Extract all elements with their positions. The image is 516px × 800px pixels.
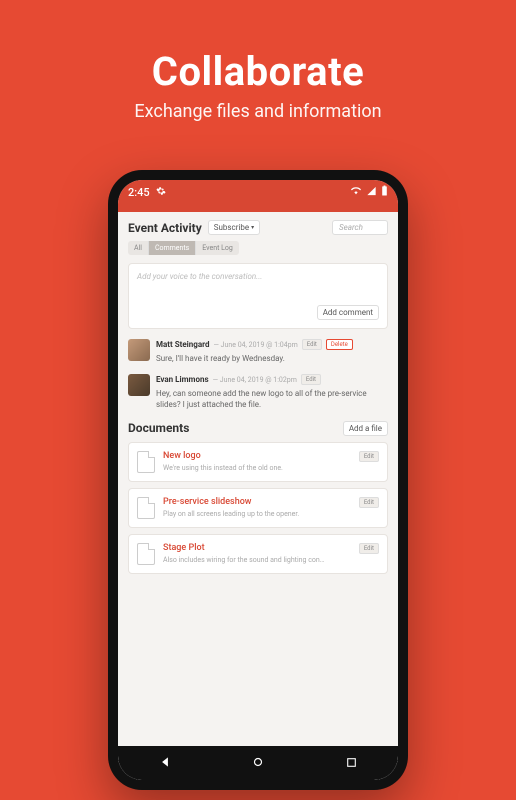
- delete-button[interactable]: Delete: [326, 339, 353, 350]
- activity-tabs: All Comments Event Log: [128, 241, 388, 255]
- file-icon: [137, 451, 155, 473]
- document-description: We're using this instead of the old one.: [163, 464, 351, 472]
- app-bar: [118, 204, 398, 212]
- edit-button[interactable]: Edit: [359, 451, 379, 462]
- activity-header: Event Activity Subscribe ▾ Search: [128, 220, 388, 235]
- document-item[interactable]: New logo We're using this instead of the…: [128, 442, 388, 482]
- search-input[interactable]: Search: [332, 220, 388, 235]
- hero-title: Collaborate: [0, 48, 516, 95]
- chevron-down-icon: ▾: [251, 224, 254, 231]
- comment-timestamp: — June 04, 2019 @ 1:02pm: [213, 376, 297, 384]
- home-icon[interactable]: [251, 754, 265, 773]
- documents-title: Documents: [128, 421, 189, 435]
- tab-comments[interactable]: Comments: [149, 241, 196, 255]
- android-nav-bar: [118, 746, 398, 780]
- documents-header: Documents Add a file: [128, 421, 388, 436]
- document-title: New logo: [163, 451, 351, 461]
- edit-button[interactable]: Edit: [359, 497, 379, 508]
- document-item[interactable]: Stage Plot Also includes wiring for the …: [128, 534, 388, 574]
- document-title: Stage Plot: [163, 543, 351, 553]
- comment-author: Matt Steingard: [156, 340, 209, 349]
- subscribe-button[interactable]: Subscribe ▾: [208, 220, 260, 235]
- add-comment-button[interactable]: Add comment: [317, 305, 379, 320]
- comment-timestamp: — June 04, 2019 @ 1:04pm: [213, 341, 297, 349]
- document-description: Also includes wiring for the sound and l…: [163, 556, 351, 564]
- avatar: [128, 374, 150, 396]
- tab-all[interactable]: All: [128, 241, 149, 255]
- edit-button[interactable]: Edit: [301, 374, 321, 385]
- tab-event-log[interactable]: Event Log: [196, 241, 239, 255]
- hero-subtitle: Exchange files and information: [0, 101, 516, 122]
- compose-placeholder: Add your voice to the conversation...: [137, 272, 379, 281]
- phone-frame: 2:45 Event Activity: [108, 170, 408, 790]
- compose-box[interactable]: Add your voice to the conversation... Ad…: [128, 263, 388, 329]
- signal-icon: [366, 186, 377, 199]
- add-file-button[interactable]: Add a file: [343, 421, 388, 436]
- edit-button[interactable]: Edit: [302, 339, 322, 350]
- subscribe-label: Subscribe: [214, 223, 249, 232]
- gear-icon: [156, 186, 166, 199]
- comment-item: Matt Steingard — June 04, 2019 @ 1:04pm …: [128, 339, 388, 364]
- document-title: Pre-service slideshow: [163, 497, 351, 507]
- status-time: 2:45: [128, 186, 150, 199]
- wifi-icon: [350, 186, 362, 199]
- recents-icon[interactable]: [345, 754, 358, 773]
- comment-item: Evan Limmons — June 04, 2019 @ 1:02pm Ed…: [128, 374, 388, 410]
- back-icon[interactable]: [158, 754, 172, 773]
- status-bar: 2:45: [118, 180, 398, 204]
- comment-text: Hey, can someone add the new logo to all…: [156, 388, 388, 410]
- activity-title: Event Activity: [128, 221, 202, 235]
- document-item[interactable]: Pre-service slideshow Play on all screen…: [128, 488, 388, 528]
- battery-icon: [381, 185, 388, 199]
- comment-text: Sure, I'll have it ready by Wednesday.: [156, 353, 388, 364]
- edit-button[interactable]: Edit: [359, 543, 379, 554]
- comment-author: Evan Limmons: [156, 375, 209, 384]
- file-icon: [137, 497, 155, 519]
- avatar: [128, 339, 150, 361]
- content-area: Event Activity Subscribe ▾ Search All Co…: [118, 212, 398, 746]
- file-icon: [137, 543, 155, 565]
- hero-section: Collaborate Exchange files and informati…: [0, 0, 516, 122]
- document-description: Play on all screens leading up to the op…: [163, 510, 351, 518]
- phone-screen: 2:45 Event Activity: [118, 180, 398, 780]
